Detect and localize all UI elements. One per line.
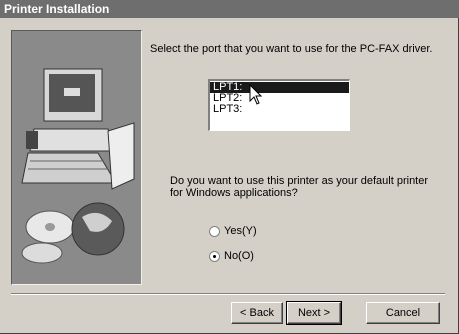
cancel-button[interactable]: Cancel xyxy=(366,302,440,324)
computer-illustration xyxy=(29,128,117,152)
printer-installation-dialog: Printer Installation Select the port tha… xyxy=(0,0,459,334)
window-title: Printer Installation xyxy=(0,0,459,18)
yes-option[interactable]: Yes(Y) xyxy=(209,225,257,237)
yes-label: Yes(Y) xyxy=(224,225,257,237)
back-button[interactable]: < Back xyxy=(231,302,283,324)
yes-radio[interactable] xyxy=(209,225,220,237)
port-instruction: Select the port that you want to use for… xyxy=(150,43,433,55)
port-option-lpt3[interactable]: LPT3: xyxy=(210,104,349,115)
mouse-pointer-icon xyxy=(249,84,263,105)
no-label: No(O) xyxy=(224,250,254,262)
default-printer-question: Do you want to use this printer as your … xyxy=(170,175,429,199)
no-radio[interactable] xyxy=(209,250,220,262)
port-listbox[interactable]: LPT1: LPT2: LPT3: xyxy=(208,79,350,131)
box-illustration xyxy=(107,122,135,190)
no-option[interactable]: No(O) xyxy=(209,250,254,262)
button-separator xyxy=(11,293,445,295)
setup-illustration xyxy=(11,30,142,285)
next-button[interactable]: Next > xyxy=(286,301,342,325)
